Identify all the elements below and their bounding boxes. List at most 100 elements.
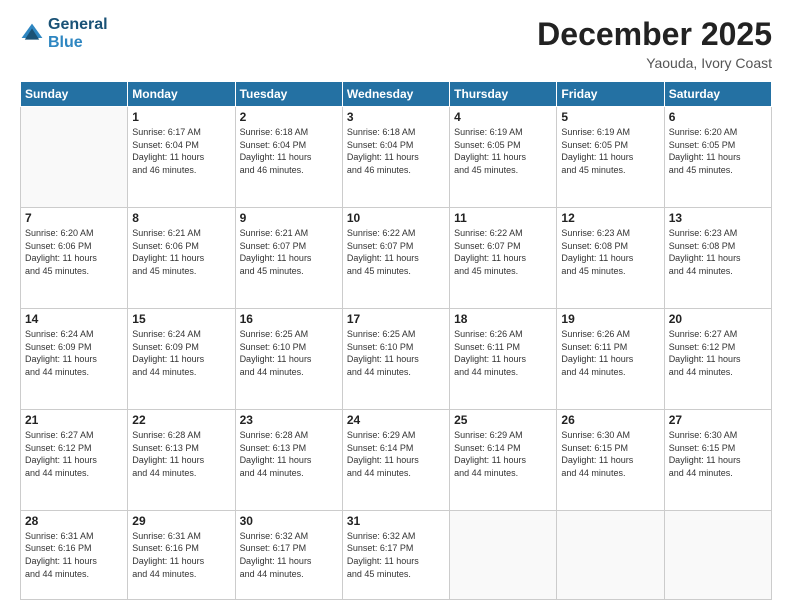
calendar-header-row: Sunday Monday Tuesday Wednesday Thursday…: [21, 82, 772, 107]
header: General Blue December 2025 Yaouda, Ivory…: [20, 16, 772, 71]
day-info: Sunrise: 6:27 AMSunset: 6:12 PMDaylight:…: [669, 328, 767, 378]
table-row: 6Sunrise: 6:20 AMSunset: 6:05 PMDaylight…: [664, 107, 771, 208]
logo-icon: [20, 22, 44, 46]
day-info: Sunrise: 6:28 AMSunset: 6:13 PMDaylight:…: [132, 429, 230, 479]
table-row: 9 Sunrise: 6:21 AMSunset: 6:07 PMDaylight…: [235, 207, 342, 308]
day-number: 22: [132, 413, 230, 427]
day-number: 11: [454, 211, 552, 225]
table-row: 24Sunrise: 6:29 AMSunset: 6:14 PMDayligh…: [342, 409, 449, 510]
day-info: Sunrise: 6:24 AMSunset: 6:09 PMDaylight:…: [132, 328, 230, 378]
day-number: 20: [669, 312, 767, 326]
table-row: [450, 510, 557, 599]
day-number: 1: [132, 110, 230, 124]
day-info: Sunrise: 6:28 AMSunset: 6:13 PMDaylight:…: [240, 429, 338, 479]
day-number: 8: [132, 211, 230, 225]
table-row: 18 Sunrise: 6:26 AMSunset: 6:11 PMDayligh…: [450, 308, 557, 409]
day-number: 31: [347, 514, 445, 528]
day-info: Sunrise: 6:18 AMSunset: 6:04 PMDaylight:…: [240, 126, 338, 176]
day-info: Sunrise: 6:20 AMSunset: 6:06 PMDaylight:…: [25, 227, 123, 277]
table-row: 15 Sunrise: 6:24 AMSunset: 6:09 PMDayligh…: [128, 308, 235, 409]
table-row: [664, 510, 771, 599]
day-number: 12: [561, 211, 659, 225]
day-number: 14: [25, 312, 123, 326]
table-row: 25 Sunrise: 6:29 AMSunset: 6:14 PMDayligh…: [450, 409, 557, 510]
col-sunday: Sunday: [21, 82, 128, 107]
day-info: Sunrise: 6:23 AMSunset: 6:08 PMDaylight:…: [561, 227, 659, 277]
day-info: Sunrise: 6:30 AMSunset: 6:15 PMDaylight:…: [561, 429, 659, 479]
day-number: 15: [132, 312, 230, 326]
day-info: Sunrise: 6:24 AMSunset: 6:09 PMDaylight:…: [25, 328, 123, 378]
table-row: [557, 510, 664, 599]
day-number: 29: [132, 514, 230, 528]
day-info: Sunrise: 6:23 AMSunset: 6:08 PMDaylight:…: [669, 227, 767, 277]
col-wednesday: Wednesday: [342, 82, 449, 107]
col-thursday: Thursday: [450, 82, 557, 107]
table-row: 20 Sunrise: 6:27 AMSunset: 6:12 PMDayligh…: [664, 308, 771, 409]
table-row: 17 Sunrise: 6:25 AMSunset: 6:10 PMDayligh…: [342, 308, 449, 409]
logo-text: General Blue: [48, 16, 108, 51]
table-row: 27Sunrise: 6:30 AMSunset: 6:15 PMDayligh…: [664, 409, 771, 510]
table-row: 5 Sunrise: 6:19 AMSunset: 6:05 PMDaylight…: [557, 107, 664, 208]
table-row: 4 Sunrise: 6:19 AMSunset: 6:05 PMDaylight…: [450, 107, 557, 208]
day-number: 5: [561, 110, 659, 124]
day-number: 4: [454, 110, 552, 124]
table-row: 14 Sunrise: 6:24 AMSunset: 6:09 PMDayligh…: [21, 308, 128, 409]
day-info: Sunrise: 6:18 AMSunset: 6:04 PMDaylight:…: [347, 126, 445, 176]
day-info: Sunrise: 6:20 AMSunset: 6:05 PMDaylight:…: [669, 126, 767, 176]
col-friday: Friday: [557, 82, 664, 107]
day-number: 2: [240, 110, 338, 124]
table-row: 3 Sunrise: 6:18 AMSunset: 6:04 PMDaylight…: [342, 107, 449, 208]
col-monday: Monday: [128, 82, 235, 107]
day-info: Sunrise: 6:25 AMSunset: 6:10 PMDaylight:…: [347, 328, 445, 378]
title-block: December 2025 Yaouda, Ivory Coast: [537, 16, 772, 71]
day-info: Sunrise: 6:27 AMSunset: 6:12 PMDaylight:…: [25, 429, 123, 479]
table-row: 13 Sunrise: 6:23 AMSunset: 6:08 PMDayligh…: [664, 207, 771, 308]
day-info: Sunrise: 6:19 AMSunset: 6:05 PMDaylight:…: [561, 126, 659, 176]
table-row: 21 Sunrise: 6:27 AMSunset: 6:12 PMDayligh…: [21, 409, 128, 510]
day-number: 13: [669, 211, 767, 225]
day-number: 25: [454, 413, 552, 427]
table-row: 12 Sunrise: 6:23 AMSunset: 6:08 PMDayligh…: [557, 207, 664, 308]
table-row: 1Sunrise: 6:17 AMSunset: 6:04 PMDaylight…: [128, 107, 235, 208]
day-number: 17: [347, 312, 445, 326]
col-tuesday: Tuesday: [235, 82, 342, 107]
day-info: Sunrise: 6:19 AMSunset: 6:05 PMDaylight:…: [454, 126, 552, 176]
day-info: Sunrise: 6:29 AMSunset: 6:14 PMDaylight:…: [347, 429, 445, 479]
table-row: 28Sunrise: 6:31 AMSunset: 6:16 PMDayligh…: [21, 510, 128, 599]
day-info: Sunrise: 6:32 AMSunset: 6:17 PMDaylight:…: [240, 530, 338, 580]
location: Yaouda, Ivory Coast: [537, 55, 772, 71]
calendar-table: Sunday Monday Tuesday Wednesday Thursday…: [20, 81, 772, 600]
day-number: 10: [347, 211, 445, 225]
day-number: 18: [454, 312, 552, 326]
day-number: 21: [25, 413, 123, 427]
table-row: 29 Sunrise: 6:31 AMSunset: 6:16 PMDayligh…: [128, 510, 235, 599]
day-info: Sunrise: 6:26 AMSunset: 6:11 PMDaylight:…: [454, 328, 552, 378]
day-info: Sunrise: 6:29 AMSunset: 6:14 PMDaylight:…: [454, 429, 552, 479]
table-row: 30 Sunrise: 6:32 AMSunset: 6:17 PMDayligh…: [235, 510, 342, 599]
day-number: 9: [240, 211, 338, 225]
day-info: Sunrise: 6:31 AMSunset: 6:16 PMDaylight:…: [132, 530, 230, 580]
day-number: 23: [240, 413, 338, 427]
table-row: 23 Sunrise: 6:28 AMSunset: 6:13 PMDayligh…: [235, 409, 342, 510]
table-row: 19Sunrise: 6:26 AMSunset: 6:11 PMDayligh…: [557, 308, 664, 409]
day-info: Sunrise: 6:22 AMSunset: 6:07 PMDaylight:…: [454, 227, 552, 277]
table-row: 31Sunrise: 6:32 AMSunset: 6:17 PMDayligh…: [342, 510, 449, 599]
day-number: 26: [561, 413, 659, 427]
day-info: Sunrise: 6:22 AMSunset: 6:07 PMDaylight:…: [347, 227, 445, 277]
table-row: 22 Sunrise: 6:28 AMSunset: 6:13 PMDayligh…: [128, 409, 235, 510]
table-row: 26 Sunrise: 6:30 AMSunset: 6:15 PMDayligh…: [557, 409, 664, 510]
day-info: Sunrise: 6:25 AMSunset: 6:10 PMDaylight:…: [240, 328, 338, 378]
day-info: Sunrise: 6:21 AMSunset: 6:06 PMDaylight:…: [132, 227, 230, 277]
page: General Blue December 2025 Yaouda, Ivory…: [0, 0, 792, 612]
logo: General Blue: [20, 16, 108, 51]
table-row: 10 Sunrise: 6:22 AMSunset: 6:07 PMDayligh…: [342, 207, 449, 308]
day-number: 3: [347, 110, 445, 124]
day-info: Sunrise: 6:21 AMSunset: 6:07 PMDaylight:…: [240, 227, 338, 277]
month-title: December 2025: [537, 16, 772, 53]
table-row: [21, 107, 128, 208]
table-row: 11 Sunrise: 6:22 AMSunset: 6:07 PMDayligh…: [450, 207, 557, 308]
day-number: 30: [240, 514, 338, 528]
day-info: Sunrise: 6:30 AMSunset: 6:15 PMDaylight:…: [669, 429, 767, 479]
day-number: 16: [240, 312, 338, 326]
table-row: 16 Sunrise: 6:25 AMSunset: 6:10 PMDayligh…: [235, 308, 342, 409]
